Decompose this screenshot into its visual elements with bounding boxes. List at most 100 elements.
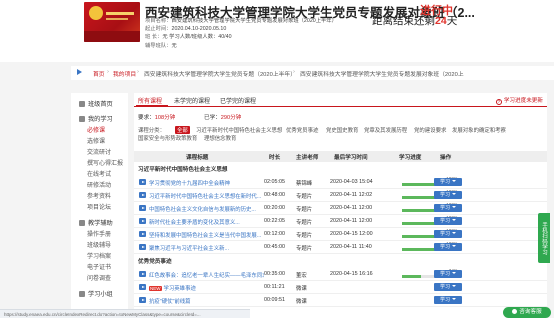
video-icon <box>139 244 146 250</box>
project-name-line: 项目名称：西安建筑科技大学管理学院大学生党员专题发展对象班（2020上半年） <box>145 18 337 24</box>
course-title-link[interactable]: 习近平新时代中国特色社会主义思想在新时代... <box>149 192 264 200</box>
table-row: 抗疫"硬仗"前线篇 00:09:51 微课 学习 <box>134 294 547 307</box>
category-ideals[interactable]: 理想信念教育 <box>204 134 236 142</box>
study-button[interactable]: 学习 <box>434 217 462 225</box>
study-button[interactable]: 学习 <box>434 191 462 199</box>
sidebar-item-archive[interactable]: 学习档案 <box>87 251 111 260</box>
book-icon <box>79 116 85 122</box>
study-button[interactable]: 学习 <box>434 230 462 238</box>
countdown: 距离结束还剩24天 <box>372 15 458 27</box>
sidebar-item-materials[interactable]: 参考资料 <box>87 191 111 200</box>
course-tabs: 所有课程 未学完的课程 已学完的课程 ? 学习进度未更新 <box>134 93 547 107</box>
table-row: 学习贯彻党的十九届四中全会精神 02:05:05 蔡锦峰 2020-04-03 … <box>134 176 547 189</box>
chat-icon <box>512 308 518 314</box>
tab-all-courses[interactable]: 所有课程 <box>138 96 162 105</box>
video-icon <box>139 271 146 277</box>
sidebar-item-manual[interactable]: 操作手册 <box>87 229 111 238</box>
course-title-link[interactable]: NEW 学习英雄事迹 <box>149 284 264 292</box>
category-xi-thought[interactable]: 习近平新时代中国特色社会主义思想 <box>196 126 282 134</box>
breadcrumb-my-courses[interactable]: 我的项目 <box>113 69 136 78</box>
party-emblem-icon <box>89 6 103 20</box>
class-teacher-line: 辅导班队：无 <box>145 43 177 49</box>
course-title-link[interactable]: 红色故事会：追忆老一辈人生纪实——毛泽东同志... <box>149 271 264 279</box>
period-line: 起止时间：2020.04.10-2020.05.10 <box>145 26 227 32</box>
video-icon <box>139 297 146 303</box>
study-button[interactable]: 学习 <box>434 178 462 186</box>
sidebar-home[interactable]: 班级首页 <box>79 99 113 108</box>
page: 西安建筑科技大学管理学院大学生党员专题发展对象班（2... 进行中 项目名称：西… <box>0 0 554 318</box>
browser-status-bar: https://study.enaea.edu.cn/circleIndexRe… <box>0 309 250 318</box>
sidebar-my-learning[interactable]: 我的学习 <box>79 114 113 123</box>
students-line: 班 长：无 学习人数/班级人数：40/40 <box>145 34 232 40</box>
sidebar-item-discussion[interactable]: 交流研讨 <box>87 147 111 156</box>
tab-unfinished-courses[interactable]: 未学完的课程 <box>174 96 210 105</box>
teaching-icon <box>79 220 85 226</box>
course-title-link[interactable]: 新时代社会主要矛盾的变化及其意义... <box>149 218 264 226</box>
sidebar-item-survey[interactable]: 问卷调查 <box>87 273 111 282</box>
video-icon <box>139 218 146 224</box>
course-title-link[interactable]: 聚焦习近平与习近平社会主义新... <box>149 244 264 252</box>
group-icon <box>79 291 85 297</box>
breadcrumb-current: 西安建筑科技大学管理学院大学生党员专题发展对象班（2020上 <box>300 72 464 78</box>
sidebar-item-activity[interactable]: 研修活动 <box>87 180 111 189</box>
customer-service-button[interactable]: 咨询客服 <box>503 307 551 318</box>
breadcrumb-home[interactable]: 首页 <box>93 69 105 78</box>
category-party-building[interactable]: 党的建设要求 <box>414 126 446 134</box>
course-banner-image <box>84 2 140 42</box>
course-title-link[interactable]: 抗疫"硬仗"前线篇 <box>149 297 264 305</box>
table-row: 红色故事会：追忆老一辈人生纪实——毛泽东同志... 00:35:00 董宏 20… <box>134 268 547 281</box>
sidebar-item-required[interactable]: 必修课 <box>87 125 105 134</box>
question-icon: ? <box>495 99 502 105</box>
countdown-days: 24 <box>435 15 447 27</box>
category-model-members[interactable]: 优秀党员事迹 <box>286 126 318 134</box>
new-badge: NEW <box>149 286 162 291</box>
sidebar-item-exam[interactable]: 在线考试 <box>87 169 111 178</box>
sidebar-item-certificate[interactable]: 电子证书 <box>87 262 111 271</box>
progress-help-link[interactable]: ? 学习进度未更新 <box>495 96 543 105</box>
category-national-security[interactable]: 国家安全与形势政策教育 <box>138 134 197 142</box>
course-title-link[interactable]: 学习贯彻党的十九届四中全会精神 <box>149 179 264 187</box>
required-minutes: 要求：108分钟 <box>138 115 176 121</box>
sidebar: 班级首页 我的学习 必修课 选修课 交流研讨 撰写心得汇报 在线考试 研修活动 … <box>71 93 128 318</box>
study-button[interactable]: 学习 <box>434 296 462 304</box>
section-title: 习近平新时代中国特色社会主义思想 <box>138 167 228 173</box>
course-list-panel: 所有课程 未学完的课程 已学完的课程 ? 学习进度未更新 要求：108分钟 已学：… <box>134 93 547 318</box>
studied-minutes: 已学：290分钟 <box>204 115 242 121</box>
course-header: 西安建筑科技大学管理学院大学生党员专题发展对象班（2... 进行中 项目名称：西… <box>0 0 554 62</box>
breadcrumb: 首页 › 我的项目 › 西安建筑科技大学管理学院大学生党员专题（2020上半年）… <box>71 66 554 80</box>
category-all[interactable]: 全部 <box>175 126 190 134</box>
tab-finished-courses[interactable]: 已学完的课程 <box>220 96 256 105</box>
sidebar-item-tutoring[interactable]: 班级辅导 <box>87 240 111 249</box>
study-button[interactable]: 学习 <box>434 204 462 212</box>
course-title-link[interactable]: 中国特色社会主义文化自信与发展新的历史... <box>149 205 264 213</box>
sidebar-study-group[interactable]: 学习小组 <box>79 289 113 298</box>
category-development-objects[interactable]: 发展对象的确定和考察 <box>452 126 506 134</box>
sidebar-teaching[interactable]: 教学辅助 <box>79 218 113 227</box>
study-button[interactable]: 学习 <box>434 243 462 251</box>
video-icon <box>139 205 146 211</box>
category-party-charter[interactable]: 党章及其发展历程 <box>364 126 407 134</box>
mobile-scan-tab[interactable]: 手机扫码学习 <box>538 213 550 263</box>
location-arrow-icon <box>77 69 82 75</box>
course-title-link[interactable]: 坚持和发展中国特色社会主义是当代中国发展... <box>149 231 264 239</box>
study-button[interactable]: 学习 <box>434 270 462 278</box>
video-icon <box>139 231 146 237</box>
section-title: 优秀党员事迹 <box>138 259 172 265</box>
sidebar-item-forum[interactable]: 项目论坛 <box>87 202 111 211</box>
table-header: 课程标题 时长 主讲老师 最后学习时间 学习进度 操作 <box>134 151 547 162</box>
video-icon <box>139 192 146 198</box>
table-row: 新时代社会主要矛盾的变化及其意义... 00:22:05 专题片 2020-04… <box>134 215 547 228</box>
table-row: 习近平新时代中国特色社会主义思想在新时代... 00:48:00 专题片 202… <box>134 189 547 202</box>
home-icon <box>79 101 85 107</box>
video-icon <box>139 284 146 290</box>
video-icon <box>139 179 146 185</box>
sidebar-item-elective[interactable]: 选修课 <box>87 136 105 145</box>
table-row: NEW 学习英雄事迹 00:11:21 微课 学习 <box>134 281 547 294</box>
table-row: 坚持和发展中国特色社会主义是当代中国发展... 00:12:00 专题片 202… <box>134 228 547 241</box>
table-row: 中国特色社会主义文化自信与发展新的历史... 00:20:00 专题片 2020… <box>134 202 547 215</box>
category-history[interactable]: 党史国史教育 <box>326 126 358 134</box>
sidebar-item-report[interactable]: 撰写心得汇报 <box>87 158 123 167</box>
breadcrumb-project[interactable]: 西安建筑科技大学管理学院大学生党员专题（2020上半年） <box>144 69 296 78</box>
table-row: 聚焦习近平与习近平社会主义新... 00:45:00 专题片 2020-04-1… <box>134 241 547 254</box>
study-button[interactable]: 学习 <box>434 283 462 291</box>
